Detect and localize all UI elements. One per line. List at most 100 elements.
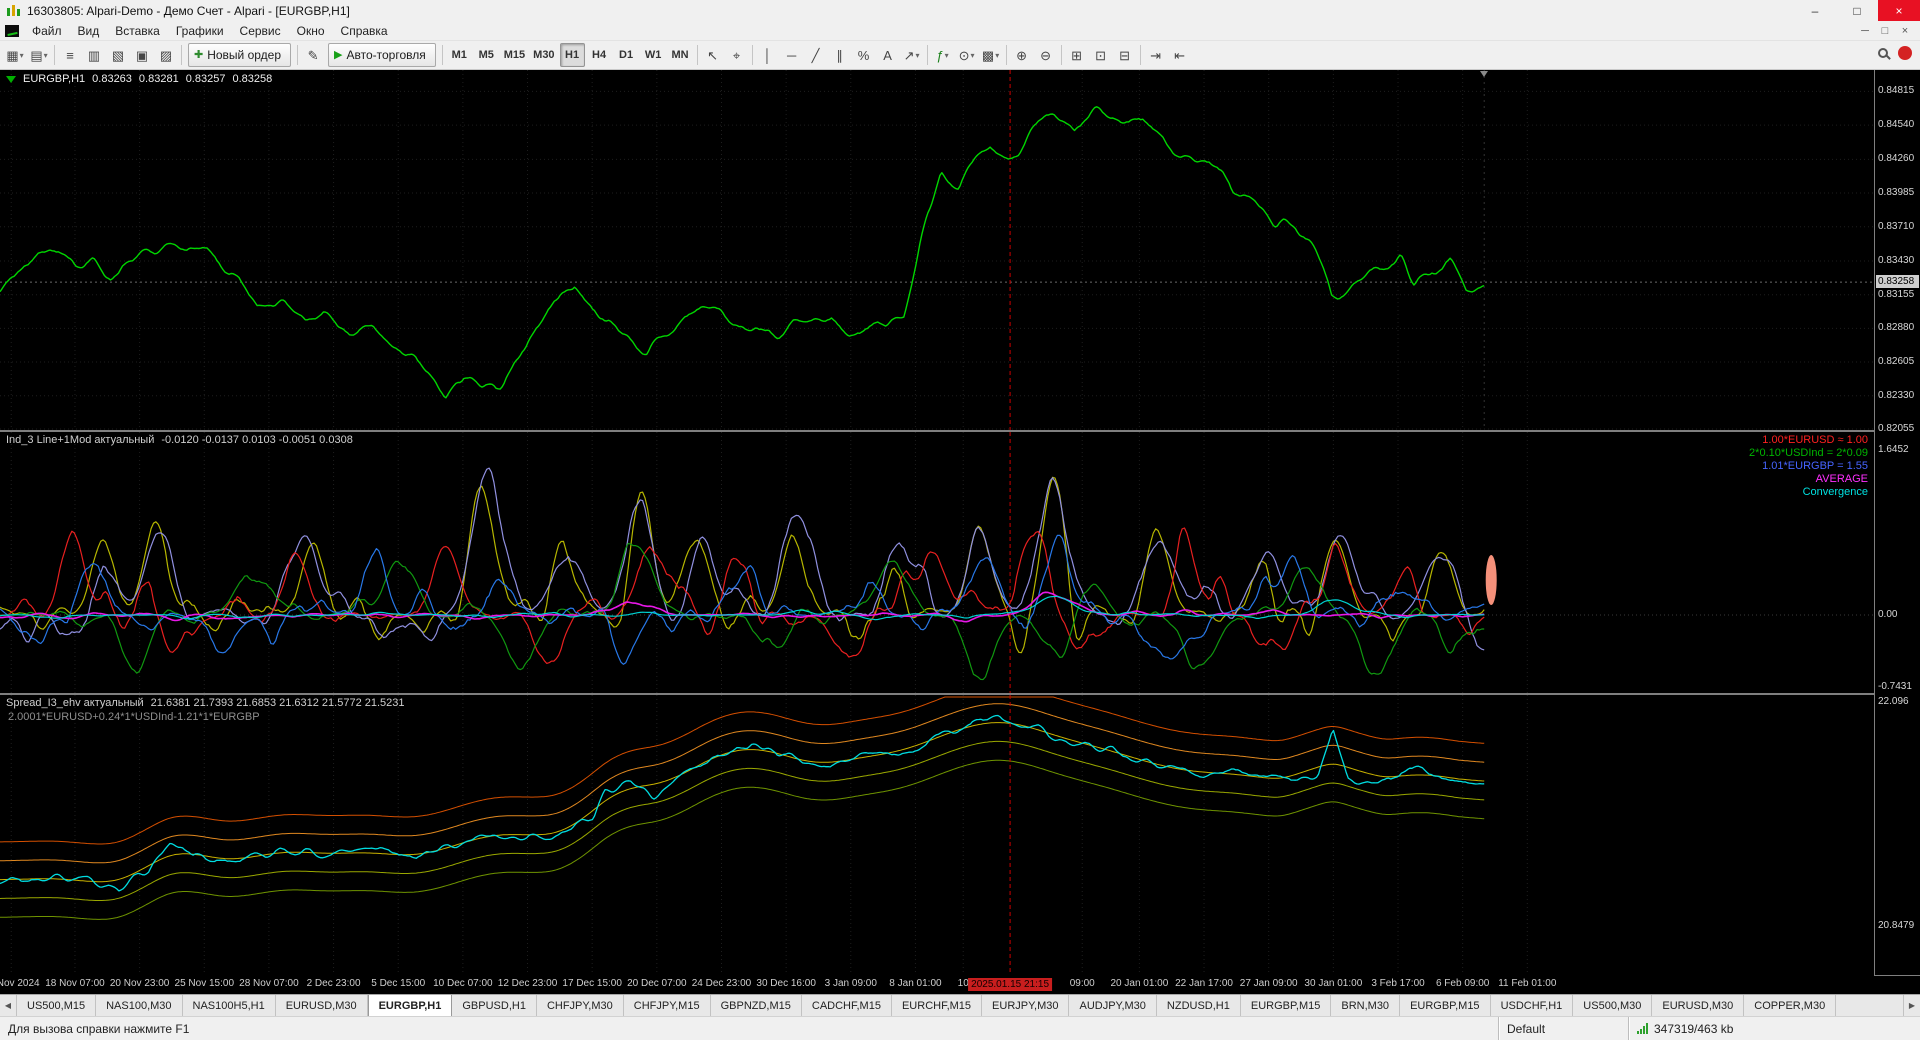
chart-tab[interactable]: GBPNZD,M15 [711, 995, 802, 1016]
timeframe-m1-button[interactable]: M1 [447, 43, 472, 67]
arrows-button[interactable]: ↗ [900, 43, 924, 67]
ind3-indicator-canvas[interactable] [0, 432, 1874, 693]
chart-menu-arrow-icon[interactable] [6, 75, 16, 83]
chart-shift-marker-icon[interactable] [1480, 71, 1489, 77]
menu-item[interactable]: Графики [168, 22, 232, 40]
price-label: 0.82605 [1878, 356, 1915, 368]
menu-item[interactable]: Вставка [107, 22, 168, 40]
autotrading-button[interactable]: ▶ Авто-торговля [328, 43, 436, 67]
cursor-button[interactable]: ↖ [701, 43, 725, 67]
strategy-tester-button[interactable]: ▨ [154, 43, 178, 67]
chart-tab[interactable]: EURUSD,M30 [276, 995, 368, 1016]
periods-button[interactable]: ⊙ [955, 43, 979, 67]
chart-tab[interactable]: EURCHF,M15 [892, 995, 983, 1016]
chart-tab[interactable]: NAS100,M30 [96, 995, 183, 1016]
menu-item[interactable]: Файл [24, 22, 70, 40]
menu-item[interactable]: Окно [289, 22, 333, 40]
zoom-in-button[interactable]: ⊕ [1010, 43, 1034, 67]
profiles-button[interactable]: ▤ [27, 43, 51, 67]
menu-item[interactable]: Сервис [232, 22, 289, 40]
terminal-button[interactable]: ▣ [130, 43, 154, 67]
tile-horizontal-button[interactable]: ⊟ [1113, 43, 1137, 67]
timeframe-m15-button[interactable]: M15 [501, 43, 528, 67]
panel-splitter[interactable] [0, 693, 1920, 695]
timeframe-w1-button[interactable]: W1 [641, 43, 666, 67]
timeframe-m5-button[interactable]: M5 [474, 43, 499, 67]
channel-button[interactable]: ∥ [828, 43, 852, 67]
chart-restore-button[interactable]: □ [1875, 25, 1895, 37]
community-icon[interactable] [1898, 46, 1912, 60]
toolbar-icon: ∥ [836, 47, 843, 63]
time-label: 2 Dec 23:00 [306, 978, 361, 989]
timeframe-d1-button[interactable]: D1 [614, 43, 639, 67]
chart-tab[interactable]: EURJPY,M30 [982, 995, 1070, 1016]
status-profile[interactable]: Default [1498, 1017, 1628, 1040]
tile-windows-button[interactable]: ⊞ [1065, 43, 1089, 67]
time-label: 12 Dec 23:00 [497, 978, 558, 989]
new-order-button[interactable]: ✚ Новый ордер [188, 43, 292, 67]
chart-tab[interactable]: EURGBP,M15 [1241, 995, 1332, 1016]
text-button[interactable]: A [876, 43, 900, 67]
indicators-button[interactable]: ƒ [931, 43, 955, 67]
chart-system-menu-icon[interactable] [5, 24, 19, 37]
tabs-scroll-left-icon[interactable]: ◀ [0, 995, 17, 1016]
menu-item[interactable]: Вид [70, 22, 108, 40]
search-icon[interactable] [1878, 48, 1888, 58]
timeframe-m30-button[interactable]: M30 [530, 43, 557, 67]
chart-tab[interactable]: US500,M30 [1573, 995, 1653, 1016]
trendline-button[interactable]: ╱ [804, 43, 828, 67]
chart-shift-button[interactable]: ⇤ [1168, 43, 1192, 67]
price-chart-canvas[interactable] [0, 70, 1874, 430]
chart-tab[interactable]: COPPER,M30 [1744, 995, 1837, 1016]
chart-tab[interactable]: US500,M15 [17, 995, 97, 1016]
chart-tabbar: ◀ US500,M15 NAS100,M30 NAS100H5,H1 EURUSD,M… [0, 994, 1920, 1016]
autoscroll-button[interactable]: ⇥ [1144, 43, 1168, 67]
price-scale[interactable]: 0.84815 0.84540 0.84260 0.83985 0.83710 0.834… [1875, 70, 1920, 975]
zoom-out-button[interactable]: ⊖ [1034, 43, 1058, 67]
chart-tab[interactable]: AUDJPY,M30 [1069, 995, 1157, 1016]
vertical-line-button[interactable]: │ [756, 43, 780, 67]
panel-splitter[interactable] [0, 430, 1920, 432]
chart-tab[interactable]: GBPUSD,H1 [452, 995, 537, 1016]
time-label: 20 Dec 07:00 [627, 978, 687, 989]
chart-tab[interactable]: EURUSD,M30 [1652, 995, 1745, 1016]
horizontal-line-button[interactable]: ─ [780, 43, 804, 67]
chart-tab[interactable]: CADCHF,M15 [802, 995, 892, 1016]
chart-tab[interactable]: USDCHF,H1 [1491, 995, 1574, 1016]
fibonacci-button[interactable]: % [852, 43, 876, 67]
chart-tab[interactable]: EURGBP,M15 [1400, 995, 1491, 1016]
navigator-button[interactable]: ▧ [106, 43, 130, 67]
chart-tab[interactable]: NZDUSD,H1 [1157, 995, 1241, 1016]
spread-indicator-canvas[interactable] [0, 695, 1874, 975]
chart-close-button[interactable]: × [1895, 25, 1915, 37]
chart-tab[interactable]: CHFJPY,M15 [624, 995, 711, 1016]
time-label: 17 Dec 15:00 [562, 978, 622, 989]
chart-tab[interactable]: CHFJPY,M30 [537, 995, 624, 1016]
price-label: 0.84815 [1878, 85, 1915, 97]
time-label: 28 Nov 07:00 [239, 978, 299, 989]
new-chart-button[interactable]: ▦ [3, 43, 27, 67]
timeframe-h1-button[interactable]: H1 [559, 43, 585, 67]
timeframe-h4-button[interactable]: H4 [587, 43, 612, 67]
chart-tab[interactable]: EURGBP,H1 [367, 995, 453, 1016]
tabs-scroll-right-icon[interactable]: ▶ [1903, 995, 1920, 1016]
time-label: 24 Dec 23:00 [691, 978, 752, 989]
minimize-button[interactable]: – [1794, 0, 1836, 21]
timeframe-mn-button[interactable]: MN [668, 43, 693, 67]
high-value: 0.83281 [138, 73, 179, 85]
cascade-windows-button[interactable]: ⊡ [1089, 43, 1113, 67]
maximize-button[interactable]: □ [1836, 0, 1878, 21]
time-axis[interactable]: 13 Nov 2024 18 Nov 07:00 20 Nov 23:00 25 No… [0, 975, 1874, 994]
crosshair-button[interactable]: ⌖ [725, 43, 749, 67]
templates-button[interactable]: ▩ [979, 43, 1003, 67]
market-watch-button[interactable]: ≡ [58, 43, 82, 67]
chart-minimize-button[interactable]: ─ [1855, 25, 1875, 37]
metaeditor-button[interactable]: ✎ [301, 43, 325, 67]
chart-tab[interactable]: NAS100H5,H1 [183, 995, 276, 1016]
time-label: 30 Dec 16:00 [756, 978, 816, 989]
close-button[interactable]: × [1878, 0, 1920, 21]
chart-tab[interactable]: BRN,M30 [1331, 995, 1401, 1016]
menu-item[interactable]: Справка [333, 22, 396, 40]
price-label: 0.82055 [1878, 423, 1915, 434]
data-window-button[interactable]: ▥ [82, 43, 106, 67]
